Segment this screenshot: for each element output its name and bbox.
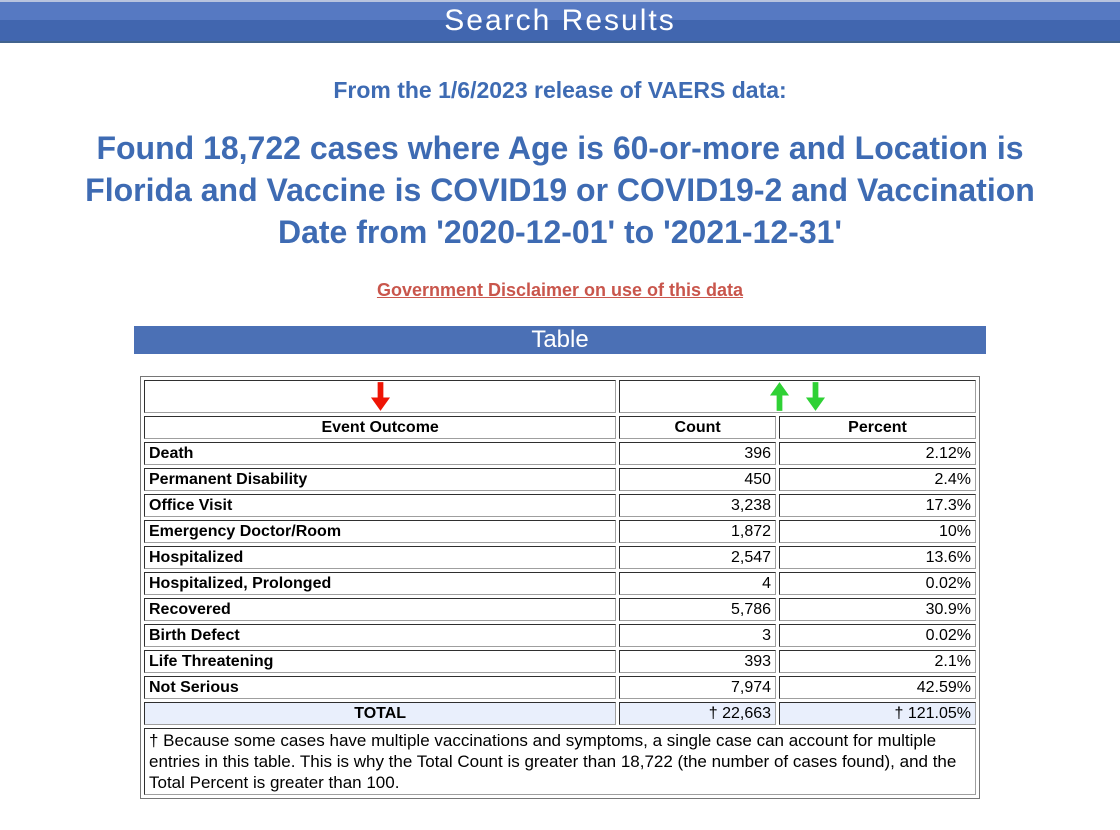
sort-outcome-cell: [144, 380, 616, 413]
table-row: Emergency Doctor/Room1,87210%: [144, 520, 976, 543]
table-row: Birth Defect30.02%: [144, 624, 976, 647]
table-row: Life Threatening3932.1%: [144, 650, 976, 673]
outcome-cell: Recovered: [144, 598, 616, 621]
page-title: Search Results: [444, 4, 675, 37]
percent-cell: 42.59%: [779, 676, 976, 699]
results-heading-line-3: Date from '2020-12-01' to '2021-12-31': [0, 211, 1120, 253]
results-heading: Found 18,722 cases where Age is 60-or-mo…: [0, 127, 1120, 253]
table-row: Hospitalized, Prolonged40.02%: [144, 572, 976, 595]
sort-values-cell: [619, 380, 976, 413]
sort-outcome-descending-icon[interactable]: [370, 382, 391, 411]
total-percent: † 121.05%: [779, 702, 976, 725]
outcome-cell: Office Visit: [144, 494, 616, 517]
total-label: TOTAL: [144, 702, 616, 725]
percent-cell: 0.02%: [779, 572, 976, 595]
outcome-cell: Hospitalized, Prolonged: [144, 572, 616, 595]
count-cell: 3,238: [619, 494, 776, 517]
outcome-cell: Emergency Doctor/Room: [144, 520, 616, 543]
table-section-bar: Table: [134, 326, 986, 354]
count-cell: 7,974: [619, 676, 776, 699]
results-heading-line-2: Florida and Vaccine is COVID19 or COVID1…: [0, 169, 1120, 211]
outcome-cell: Life Threatening: [144, 650, 616, 673]
percent-cell: 17.3%: [779, 494, 976, 517]
outcome-cell: Hospitalized: [144, 546, 616, 569]
count-cell: 4: [619, 572, 776, 595]
table-row: Hospitalized2,54713.6%: [144, 546, 976, 569]
count-cell: 450: [619, 468, 776, 491]
count-cell: 5,786: [619, 598, 776, 621]
count-cell: 2,547: [619, 546, 776, 569]
results-heading-line-1: Found 18,722 cases where Age is 60-or-mo…: [0, 127, 1120, 169]
footnote-row: † Because some cases have multiple vacci…: [144, 728, 976, 795]
outcome-cell: Birth Defect: [144, 624, 616, 647]
table-footer-rows: TOTAL † 22,663 † 121.05% † Because some …: [144, 702, 976, 795]
disclaimer-link-row: Government Disclaimer on use of this dat…: [0, 280, 1120, 301]
page-header-bar: Search Results: [0, 0, 1120, 43]
count-cell: 3: [619, 624, 776, 647]
column-header-row: Event Outcome Count Percent: [144, 416, 976, 439]
outcome-cell: Death: [144, 442, 616, 465]
percent-cell: 2.4%: [779, 468, 976, 491]
table-header-rows: Event Outcome Count Percent: [144, 380, 976, 439]
outcome-cell: Permanent Disability: [144, 468, 616, 491]
table-footnote: † Because some cases have multiple vacci…: [144, 728, 976, 795]
table-row: Office Visit3,23817.3%: [144, 494, 976, 517]
count-cell: 1,872: [619, 520, 776, 543]
outcome-cell: Not Serious: [144, 676, 616, 699]
percent-cell: 10%: [779, 520, 976, 543]
column-header-percent: Percent: [779, 416, 976, 439]
percent-cell: 0.02%: [779, 624, 976, 647]
total-count: † 22,663: [619, 702, 776, 725]
sort-values-ascending-icon[interactable]: [769, 382, 790, 411]
table-row: Death3962.12%: [144, 442, 976, 465]
column-header-outcome: Event Outcome: [144, 416, 616, 439]
count-cell: 396: [619, 442, 776, 465]
count-cell: 393: [619, 650, 776, 673]
table-row: Recovered5,78630.9%: [144, 598, 976, 621]
event-outcome-table: Event Outcome Count Percent Death3962.12…: [140, 376, 980, 799]
sort-row: [144, 380, 976, 413]
percent-cell: 30.9%: [779, 598, 976, 621]
release-subtitle: From the 1/6/2023 release of VAERS data:: [0, 77, 1120, 104]
percent-cell: 13.6%: [779, 546, 976, 569]
search-results-page: Search Results From the 1/6/2023 release…: [0, 0, 1120, 799]
outcome-rows: Death3962.12% Permanent Disability4502.4%…: [144, 442, 976, 699]
total-row: TOTAL † 22,663 † 121.05%: [144, 702, 976, 725]
sort-values-descending-icon[interactable]: [805, 382, 826, 411]
table-section-title: Table: [531, 326, 588, 353]
government-disclaimer-link[interactable]: Government Disclaimer on use of this dat…: [377, 280, 743, 300]
column-header-count: Count: [619, 416, 776, 439]
percent-cell: 2.12%: [779, 442, 976, 465]
table-row: Permanent Disability4502.4%: [144, 468, 976, 491]
percent-cell: 2.1%: [779, 650, 976, 673]
table-row: Not Serious7,97442.59%: [144, 676, 976, 699]
